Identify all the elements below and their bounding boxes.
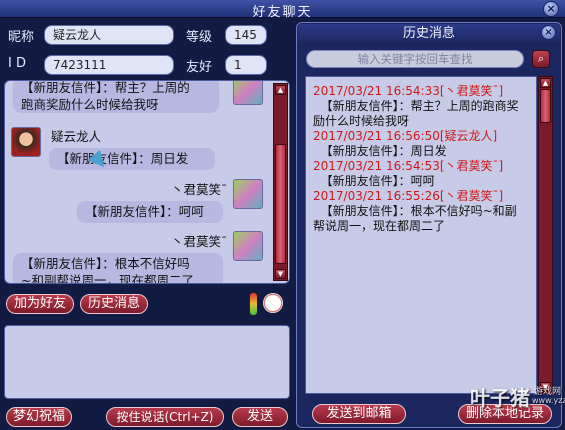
history-text: 励什么时候给我呀 (313, 114, 410, 128)
history-text: 【新朋友信件】：帮主？上周的跑商奖 (313, 99, 519, 113)
sender-name: 丶君莫笑ˉ (171, 182, 228, 197)
history-entries: 2017/03/21 16:54:33[丶君莫笑ˉ] 【新朋友信件】：帮主？上周… (313, 84, 537, 234)
watermark-logo: 叶子猪 (470, 386, 530, 410)
avatar[interactable] (233, 179, 263, 209)
chat-bubble: 【新朋友信件】：周日发 (49, 148, 215, 170)
message-input[interactable] (4, 325, 290, 399)
emoji-icon[interactable] (263, 293, 283, 313)
window-title: 好友聊天 (252, 5, 313, 20)
search-icon[interactable]: ⌕ (532, 50, 550, 68)
dream-bless-button[interactable]: 梦幻祝福 (6, 407, 72, 427)
chat-bubble: 【新朋友信件】：帮主？上周的 跑商奖励什么时候给我呀 (13, 80, 219, 113)
message-text: 【新朋友信件】：周日发 (57, 151, 189, 166)
history-list[interactable]: 2017/03/21 16:54:33[丶君莫笑ˉ] 【新朋友信件】：帮主？上周… (305, 76, 537, 394)
add-friend-button[interactable]: 加为好友 (6, 294, 74, 314)
send-to-mail-button[interactable]: 发送到邮箱 (312, 404, 406, 424)
avatar[interactable] (11, 127, 41, 157)
history-text: 【新朋友信件】：根本不信好吗~和副 (313, 204, 517, 218)
nickname-field: 疑云龙人 (44, 25, 174, 45)
friendship-label: 友好 (186, 60, 213, 75)
scroll-thumb[interactable] (540, 89, 551, 123)
history-text: 帮说周一，现在都周二了 (313, 219, 446, 233)
history-close-icon[interactable]: × (541, 25, 556, 40)
id-field: 7423111 (44, 55, 174, 75)
send-button[interactable]: 发送 (232, 407, 288, 427)
chat-scrollbar[interactable]: ▲ ▼ (273, 83, 288, 281)
history-timestamp: 2017/03/21 16:55:26[丶君莫笑ˉ] (313, 189, 504, 203)
level-label: 等级 (186, 30, 213, 45)
signal-icon (249, 292, 258, 316)
history-search-input[interactable]: 输入关键字按回车查找 (306, 50, 524, 68)
history-text: 【新朋友信件】：呵呵 (313, 174, 435, 188)
scroll-thumb[interactable] (275, 144, 286, 264)
scroll-up-icon[interactable]: ▲ (540, 78, 551, 88)
nickname-label: 昵称 (8, 30, 35, 45)
history-text: 【新朋友信件】：周日发 (313, 144, 447, 158)
chat-bubble: 【新朋友信件】：呵呵 (77, 201, 223, 223)
message-text: 【新朋友信件】：呵呵 (85, 204, 204, 219)
scroll-up-icon[interactable]: ▲ (275, 85, 286, 95)
history-title: 历史消息 (402, 26, 455, 41)
avatar[interactable] (233, 81, 263, 105)
watermark-url: www.yzz.cn (532, 396, 565, 405)
message-line: ~和副帮说周一，现在都周二了 (21, 273, 194, 284)
message-line: 【新朋友信件】：根本不信好吗 (21, 256, 190, 271)
hold-talk-button[interactable]: 按住说话(Ctrl+Z) (106, 407, 224, 427)
sender-name: 疑云龙人 (51, 129, 102, 144)
id-label: I D (8, 56, 26, 71)
history-button[interactable]: 历史消息 (80, 294, 148, 314)
scroll-down-icon[interactable]: ▼ (275, 269, 286, 279)
title-bar[interactable]: 好友聊天 (0, 0, 565, 20)
history-timestamp: 2017/03/21 16:54:33[丶君莫笑ˉ] (313, 84, 504, 98)
chat-panel[interactable]: 【新朋友信件】：帮主？上周的 跑商奖励什么时候给我呀 疑云龙人 【新朋友信件】：… (4, 80, 290, 284)
history-timestamp: 2017/03/21 16:54:53[丶君莫笑ˉ] (313, 159, 504, 173)
history-timestamp: 2017/03/21 16:56:50[疑云龙人] (313, 129, 498, 143)
sender-name: 丶君莫笑ˉ (171, 234, 228, 249)
close-icon[interactable]: × (543, 1, 559, 17)
friendship-field: 1 (225, 55, 267, 75)
history-scrollbar[interactable]: ▲ ▼ (538, 76, 553, 394)
chat-window: 好友聊天 × 昵称 疑云龙人 等级 145 I D 7423111 友好 1 【… (0, 0, 565, 430)
level-field: 145 (225, 25, 267, 45)
avatar[interactable] (233, 231, 263, 261)
history-header: 历史消息 (298, 24, 560, 44)
chat-bubble: 【新朋友信件】：根本不信好吗 ~和副帮说周一，现在都周二了 (13, 253, 223, 284)
message-line: 跑商奖励什么时候给我呀 (21, 97, 159, 112)
message-line: 【新朋友信件】：帮主？上周的 (21, 80, 190, 95)
